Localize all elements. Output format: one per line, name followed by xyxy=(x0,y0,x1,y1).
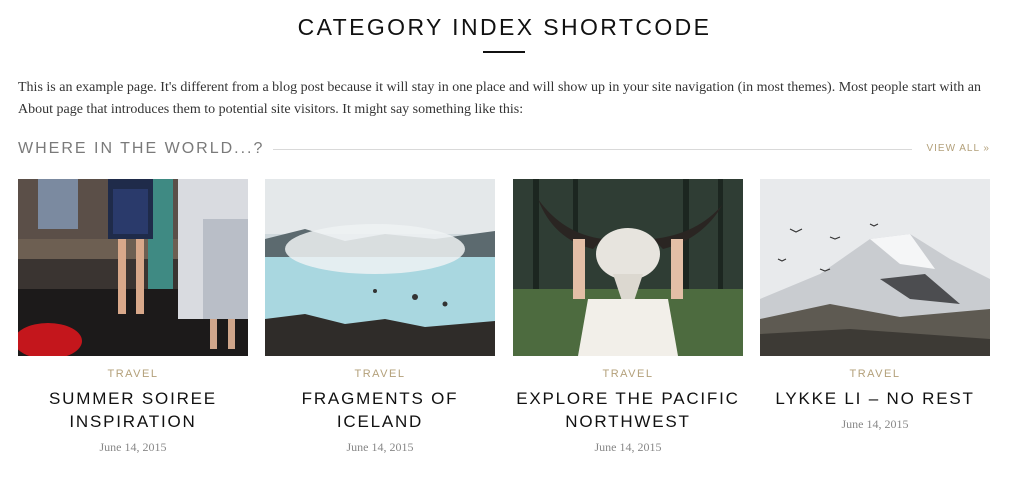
section-divider xyxy=(273,149,912,150)
view-all-link[interactable]: VIEW ALL » xyxy=(926,143,990,154)
post-title-link[interactable]: SUMMER SOIREE INSPIRATION xyxy=(18,387,248,433)
post-thumbnail-iceland-lagoon-photo[interactable] xyxy=(265,179,495,356)
post-date: June 14, 2015 xyxy=(594,440,662,454)
post-date: June 14, 2015 xyxy=(841,417,909,431)
post-card-pacific-northwest: TRAVEL EXPLORE THE PACIFIC NORTHWEST Jun… xyxy=(513,179,743,455)
post-title-link[interactable]: LYKKE LI – NO REST xyxy=(760,387,990,410)
post-thumbnail-mountain-photo[interactable] xyxy=(760,179,990,356)
post-title-link[interactable]: EXPLORE THE PACIFIC NORTHWEST xyxy=(513,387,743,433)
post-category-link[interactable]: TRAVEL xyxy=(265,368,495,380)
post-card-lykke-li: TRAVEL LYKKE LI – NO REST June 14, 2015 xyxy=(760,179,990,432)
post-date: June 14, 2015 xyxy=(346,440,414,454)
post-date: June 14, 2015 xyxy=(99,440,167,454)
post-category-link[interactable]: TRAVEL xyxy=(760,368,990,380)
post-thumbnail-party-photo[interactable] xyxy=(18,179,248,356)
post-card-summer-soiree: TRAVEL SUMMER SOIREE INSPIRATION June 14… xyxy=(18,179,248,455)
section-title: WHERE IN THE WORLD...? xyxy=(18,140,265,157)
post-category-link[interactable]: TRAVEL xyxy=(18,368,248,380)
post-title-link[interactable]: FRAGMENTS OF ICELAND xyxy=(265,387,495,433)
title-underline-divider xyxy=(483,51,525,53)
page-title: CATEGORY INDEX SHORTCODE xyxy=(297,14,712,40)
intro-paragraph: This is an example page. It's different … xyxy=(18,80,982,117)
post-thumbnail-skull-forest-photo[interactable] xyxy=(513,179,743,356)
section-header: WHERE IN THE WORLD...? VIEW ALL » xyxy=(18,140,990,160)
post-category-link[interactable]: TRAVEL xyxy=(513,368,743,380)
post-card-fragments-of-iceland: TRAVEL FRAGMENTS OF ICELAND June 14, 201… xyxy=(265,179,495,455)
